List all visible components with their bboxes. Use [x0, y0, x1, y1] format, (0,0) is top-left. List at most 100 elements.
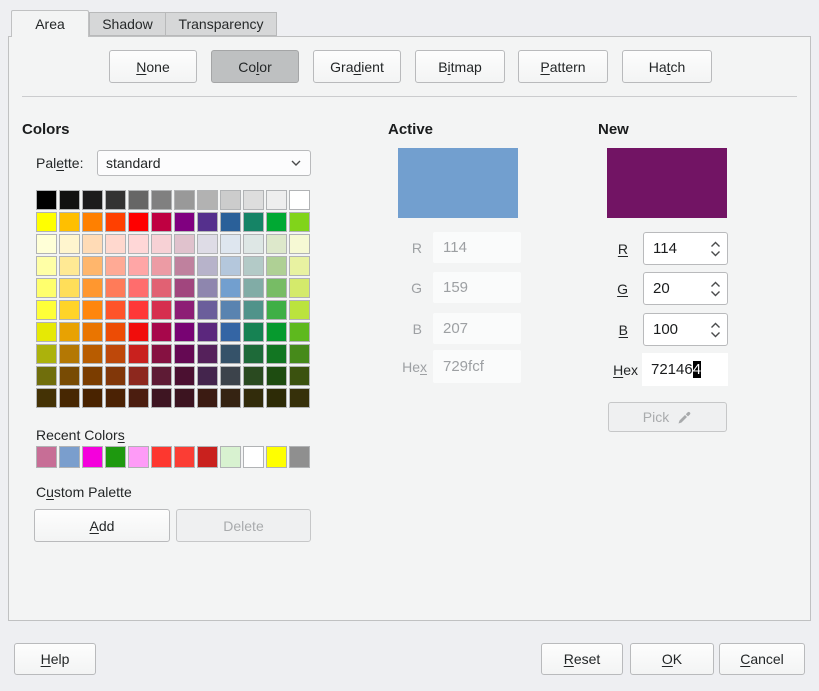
- color-swatch[interactable]: [36, 344, 57, 364]
- color-swatch[interactable]: [266, 388, 287, 408]
- color-swatch[interactable]: [243, 234, 264, 254]
- color-swatch[interactable]: [151, 300, 172, 320]
- color-swatch[interactable]: [59, 344, 80, 364]
- recent-colors-row[interactable]: [36, 446, 310, 468]
- chevron-up-icon[interactable]: [710, 281, 721, 288]
- color-swatch[interactable]: [197, 344, 218, 364]
- color-swatch[interactable]: [289, 278, 310, 298]
- color-swatch[interactable]: [174, 278, 195, 298]
- color-swatch[interactable]: [266, 256, 287, 276]
- color-swatch[interactable]: [105, 234, 126, 254]
- color-swatch[interactable]: [151, 388, 172, 408]
- tab-shadow[interactable]: Shadow: [89, 12, 166, 36]
- chevron-down-icon[interactable]: [710, 331, 721, 338]
- color-swatch[interactable]: [59, 256, 80, 276]
- color-swatch[interactable]: [289, 190, 310, 210]
- color-swatch[interactable]: [128, 234, 149, 254]
- color-swatch[interactable]: [174, 234, 195, 254]
- color-swatch[interactable]: [197, 366, 218, 386]
- color-swatch[interactable]: [197, 212, 218, 232]
- color-swatch[interactable]: [105, 446, 126, 468]
- color-swatch[interactable]: [128, 278, 149, 298]
- color-swatch[interactable]: [36, 366, 57, 386]
- color-swatch[interactable]: [59, 366, 80, 386]
- ok-button[interactable]: OK: [630, 643, 714, 675]
- new-g-spinbox[interactable]: 20: [643, 272, 728, 305]
- color-swatch[interactable]: [220, 212, 241, 232]
- color-swatch[interactable]: [151, 366, 172, 386]
- color-swatch[interactable]: [36, 278, 57, 298]
- color-swatch[interactable]: [220, 344, 241, 364]
- color-swatch[interactable]: [289, 446, 310, 468]
- color-swatch[interactable]: [151, 212, 172, 232]
- color-swatch[interactable]: [82, 300, 103, 320]
- color-swatch[interactable]: [105, 322, 126, 342]
- color-swatch[interactable]: [128, 256, 149, 276]
- color-swatch[interactable]: [82, 388, 103, 408]
- color-swatch[interactable]: [220, 322, 241, 342]
- color-swatch[interactable]: [59, 446, 80, 468]
- color-swatch[interactable]: [197, 300, 218, 320]
- color-swatch[interactable]: [36, 234, 57, 254]
- color-swatch[interactable]: [174, 344, 195, 364]
- color-swatch[interactable]: [289, 344, 310, 364]
- cancel-button[interactable]: Cancel: [719, 643, 805, 675]
- color-swatch[interactable]: [59, 300, 80, 320]
- color-swatch[interactable]: [82, 256, 103, 276]
- color-swatch[interactable]: [266, 300, 287, 320]
- chevron-down-icon[interactable]: [710, 290, 721, 297]
- color-swatch[interactable]: [36, 446, 57, 468]
- color-swatch[interactable]: [266, 366, 287, 386]
- color-swatch[interactable]: [36, 300, 57, 320]
- help-button[interactable]: Help: [14, 643, 96, 675]
- color-swatch[interactable]: [128, 344, 149, 364]
- fill-hatch-button[interactable]: Hatch: [622, 50, 712, 83]
- color-swatch[interactable]: [243, 300, 264, 320]
- color-swatch[interactable]: [128, 446, 149, 468]
- color-swatch[interactable]: [289, 212, 310, 232]
- color-swatch[interactable]: [197, 322, 218, 342]
- chevron-up-icon[interactable]: [710, 322, 721, 329]
- color-swatch[interactable]: [220, 190, 241, 210]
- color-swatch[interactable]: [220, 388, 241, 408]
- color-swatch[interactable]: [36, 388, 57, 408]
- color-swatch[interactable]: [174, 256, 195, 276]
- color-swatch[interactable]: [105, 344, 126, 364]
- color-swatch[interactable]: [59, 190, 80, 210]
- color-swatch[interactable]: [243, 190, 264, 210]
- color-swatch[interactable]: [289, 234, 310, 254]
- color-swatch[interactable]: [174, 300, 195, 320]
- color-swatch[interactable]: [289, 256, 310, 276]
- color-swatch[interactable]: [243, 344, 264, 364]
- color-swatch[interactable]: [220, 256, 241, 276]
- color-swatch[interactable]: [151, 256, 172, 276]
- color-swatch[interactable]: [197, 388, 218, 408]
- color-swatch[interactable]: [105, 300, 126, 320]
- palette-color-grid[interactable]: [36, 190, 310, 408]
- color-swatch[interactable]: [174, 190, 195, 210]
- color-swatch[interactable]: [105, 388, 126, 408]
- color-swatch[interactable]: [36, 212, 57, 232]
- color-swatch[interactable]: [82, 366, 103, 386]
- color-swatch[interactable]: [289, 366, 310, 386]
- color-swatch[interactable]: [82, 446, 103, 468]
- fill-none-button[interactable]: None: [109, 50, 197, 83]
- color-swatch[interactable]: [59, 322, 80, 342]
- color-swatch[interactable]: [36, 322, 57, 342]
- color-swatch[interactable]: [128, 388, 149, 408]
- color-swatch[interactable]: [82, 344, 103, 364]
- color-swatch[interactable]: [128, 300, 149, 320]
- color-swatch[interactable]: [128, 190, 149, 210]
- chevron-down-icon[interactable]: [710, 250, 721, 257]
- fill-color-button[interactable]: Color: [211, 50, 299, 83]
- tab-transparency[interactable]: Transparency: [165, 12, 277, 36]
- color-swatch[interactable]: [82, 322, 103, 342]
- color-swatch[interactable]: [59, 234, 80, 254]
- color-swatch[interactable]: [59, 212, 80, 232]
- color-swatch[interactable]: [243, 212, 264, 232]
- color-swatch[interactable]: [243, 322, 264, 342]
- color-swatch[interactable]: [128, 322, 149, 342]
- color-swatch[interactable]: [128, 212, 149, 232]
- color-swatch[interactable]: [174, 388, 195, 408]
- color-swatch[interactable]: [197, 190, 218, 210]
